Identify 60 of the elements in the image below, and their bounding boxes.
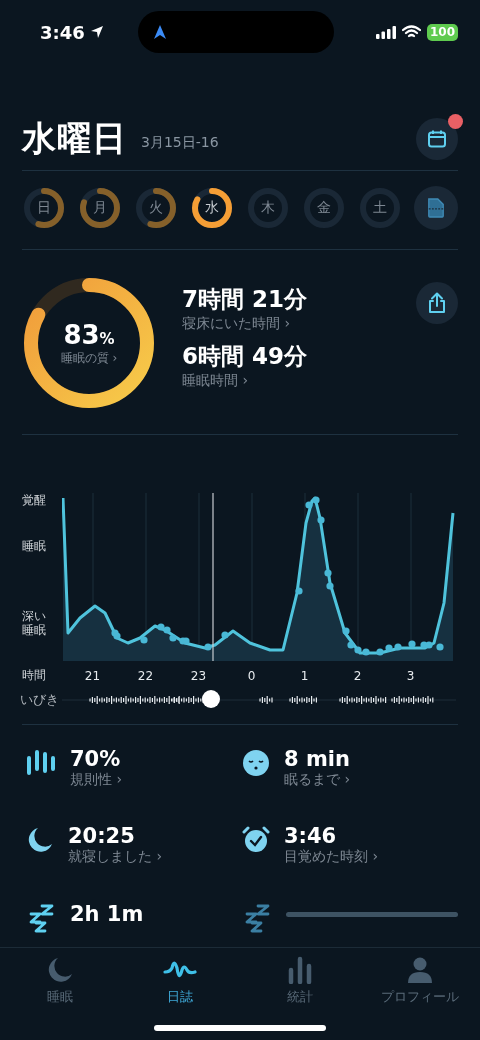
metric-value: 20:25 xyxy=(68,824,136,849)
day-ring[interactable]: 木 xyxy=(246,186,290,230)
status-time: 3:46 xyxy=(40,21,85,43)
metric-value: 8 min xyxy=(284,747,351,771)
metric-value: 3:46 xyxy=(284,824,338,849)
duration-link[interactable]: 寝床にいた時間 › xyxy=(182,315,390,333)
tab-item[interactable]: プロフィール xyxy=(360,948,480,1010)
metric-link[interactable]: 目覚めた時刻 › xyxy=(284,848,458,867)
location-arrow-icon xyxy=(89,25,104,39)
hour-label: 1 xyxy=(299,668,310,683)
share-button[interactable] xyxy=(416,282,458,324)
metric-value: 2h 1m xyxy=(70,901,145,926)
sleep-quality-link[interactable]: 睡眠の質 › xyxy=(60,349,118,367)
hour-label: 22 xyxy=(136,668,155,683)
moon-icon xyxy=(46,956,74,984)
day-ring[interactable]: 火 xyxy=(134,186,178,230)
snore-label: いびき xyxy=(20,691,60,709)
day-ring[interactable]: 日 xyxy=(22,186,66,230)
day-ring[interactable]: 月 xyxy=(78,186,122,230)
bar-chart-icon xyxy=(287,956,313,984)
share-icon xyxy=(427,292,447,314)
hour-label: 21 xyxy=(83,668,102,683)
tab-item[interactable]: 睡眠 xyxy=(0,948,120,1010)
alarm-clock-icon xyxy=(242,826,270,855)
calendar-button[interactable] xyxy=(416,118,458,160)
axis-title: 時間 xyxy=(22,667,47,684)
sleeping-face-icon xyxy=(242,749,270,777)
calendar-icon xyxy=(427,129,447,149)
day-ring[interactable]: 金 xyxy=(302,186,346,230)
metric-value: 70% xyxy=(70,747,122,771)
wifi-icon xyxy=(401,25,421,39)
moon-icon xyxy=(26,826,54,855)
tab-item[interactable]: 日誌 xyxy=(120,948,240,1010)
date-range: 3月15日-16 xyxy=(141,134,219,152)
document-icon xyxy=(427,197,445,219)
signal-icon xyxy=(375,25,396,39)
hour-label: 23 xyxy=(189,668,208,683)
hour-label: 2 xyxy=(352,668,363,683)
metric-link[interactable]: 就寝しました › xyxy=(68,848,242,867)
playback-handle[interactable] xyxy=(202,690,220,708)
duration-value: 7時間 21分 xyxy=(182,285,309,314)
battery-level: 100 xyxy=(426,23,458,41)
day-ring[interactable]: 土 xyxy=(358,186,402,230)
metric-link[interactable]: 眠るまで › xyxy=(284,771,458,789)
tab-item[interactable]: 統計 xyxy=(240,948,360,1010)
bars-icon xyxy=(26,749,56,775)
duration-value: 6時間 49分 xyxy=(182,342,309,371)
report-button[interactable] xyxy=(414,186,458,230)
hour-label: 0 xyxy=(246,668,257,683)
sleep-quality-value: 83% xyxy=(63,319,115,350)
stage-label: 覚醒 xyxy=(22,493,46,507)
stage-label: 深い睡眠 xyxy=(22,609,46,637)
stage-label: 睡眠 xyxy=(22,539,46,553)
metric-link[interactable]: 規則性 › xyxy=(70,771,242,789)
hour-label: 3 xyxy=(405,668,416,683)
person-icon xyxy=(406,956,434,984)
duration-link[interactable]: 睡眠時間 › xyxy=(182,372,390,390)
day-ring[interactable]: 水 xyxy=(190,186,234,230)
navigation-arrow-icon xyxy=(154,25,166,39)
day-title: 水曜日 xyxy=(22,117,127,160)
